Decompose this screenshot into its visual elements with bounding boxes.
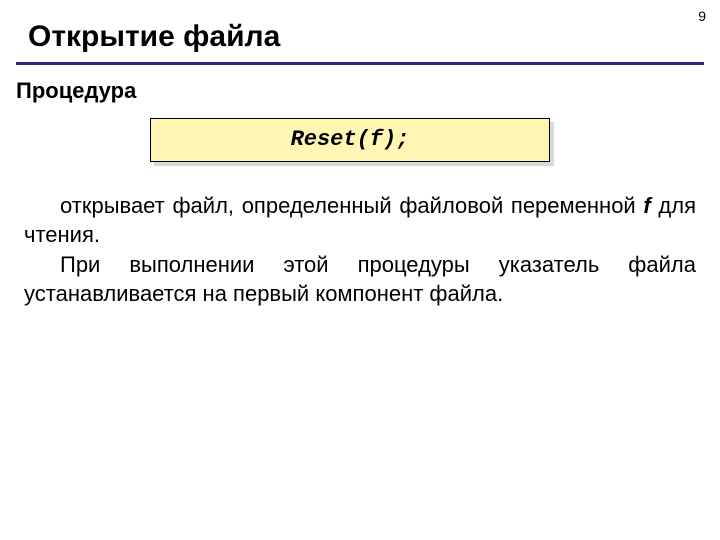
paragraph-1: открывает файл, определенный файловой пе… — [24, 192, 696, 249]
subheading: Процедура — [16, 78, 136, 104]
paragraph-2: При выполнении этой процедуры указатель … — [24, 251, 696, 308]
title-divider — [16, 62, 704, 65]
page-number: 9 — [698, 8, 706, 24]
page-title: Открытие файла — [28, 20, 280, 54]
code-text: Reset(f); — [150, 118, 550, 162]
body-text: открывает файл, определенный файловой пе… — [24, 192, 696, 310]
slide: 9 Открытие файла Процедура Reset(f); отк… — [0, 0, 720, 540]
variable-f: f — [643, 193, 650, 218]
p1-part-a: открывает файл, определенный файловой пе… — [60, 193, 643, 218]
code-box: Reset(f); — [150, 118, 550, 162]
